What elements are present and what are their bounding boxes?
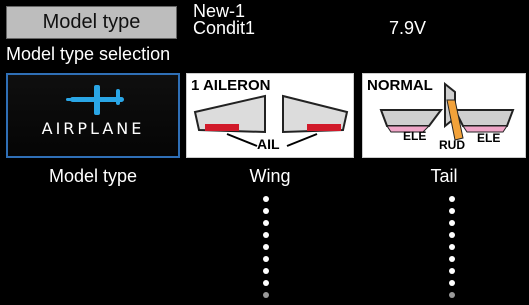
dot: [263, 256, 269, 262]
airplane-label: AIRPLANE: [41, 119, 145, 138]
dot: [449, 244, 455, 250]
elevator-left-label: ELE: [403, 129, 427, 143]
dot: [449, 280, 455, 286]
aileron-label: AIL: [257, 136, 280, 152]
dot: [449, 292, 455, 298]
elevator-right-label: ELE: [477, 131, 501, 145]
wing-type-tile[interactable]: 1 AILERON AIL: [186, 73, 354, 158]
dot: [449, 208, 455, 214]
dot: [263, 268, 269, 274]
dot: [263, 220, 269, 226]
wing-options-scroll-indicator: [261, 196, 271, 304]
dot: [263, 244, 269, 250]
tail-options-scroll-indicator: [447, 196, 457, 304]
header-model-type-tab[interactable]: Model type: [6, 6, 177, 39]
model-type-tile[interactable]: AIRPLANE: [6, 73, 180, 158]
battery-voltage: 7.9V: [389, 18, 427, 38]
dot: [449, 268, 455, 274]
page-title: Model type selection: [6, 44, 171, 64]
tail-type-tile[interactable]: NORMAL ELE RUD ELE: [362, 73, 526, 158]
dot: [449, 232, 455, 238]
dot: [449, 256, 455, 262]
header-title: Model type: [42, 11, 141, 33]
airplane-icon: [66, 85, 124, 115]
wing-caption: Wing: [249, 166, 291, 186]
rudder-label: RUD: [439, 138, 465, 152]
model-type-caption: Model type: [48, 166, 138, 186]
dot: [263, 196, 269, 202]
tail-caption: Tail: [430, 166, 458, 186]
condition-name: Condit1: [193, 18, 256, 38]
dot: [263, 280, 269, 286]
dot: [263, 292, 269, 298]
dot: [263, 208, 269, 214]
dot: [449, 220, 455, 226]
dot: [449, 196, 455, 202]
dot: [263, 232, 269, 238]
